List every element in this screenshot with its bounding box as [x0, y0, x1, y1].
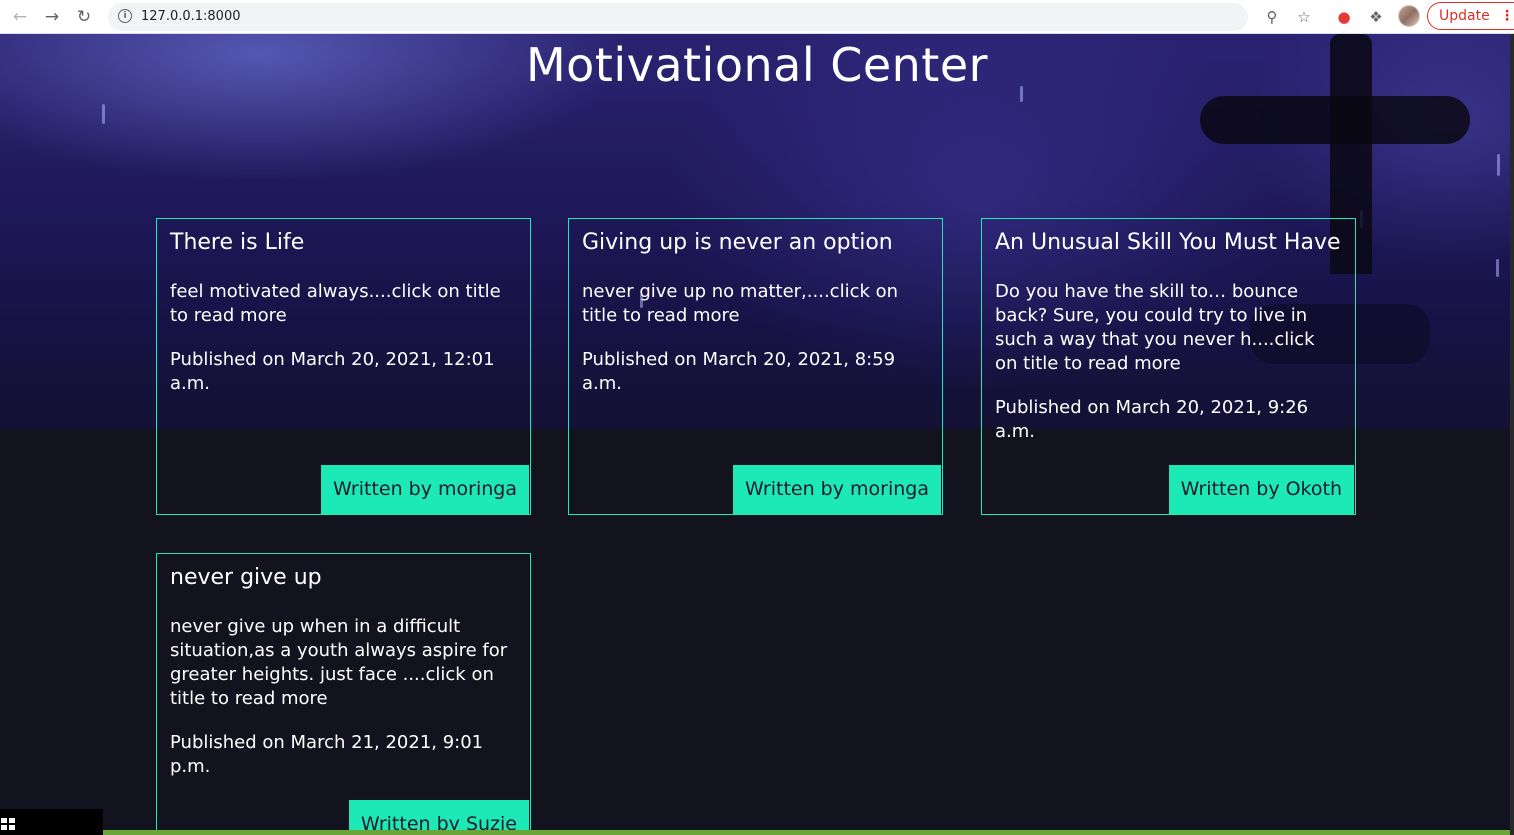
post-card: There is Life feel motivated always....c…	[156, 218, 531, 515]
silhouette-bar	[1200, 96, 1470, 144]
post-title[interactable]: Giving up is never an option	[582, 230, 893, 255]
post-date: Published on March 21, 2021, 9:01 p.m.	[170, 732, 484, 777]
post-excerpt: never give up when in a difficult situat…	[170, 616, 508, 709]
post-card: Giving up is never an option never give …	[568, 218, 943, 515]
bottom-strip	[103, 830, 1514, 835]
info-icon[interactable]: i	[118, 9, 132, 23]
zoom-icon[interactable]: ⚲	[1260, 5, 1284, 29]
more-icon[interactable]: ⋮	[1500, 3, 1514, 29]
light-streak	[1497, 154, 1500, 176]
forward-icon[interactable]: →	[40, 5, 64, 29]
post-card: never give up never give up when in a di…	[156, 553, 531, 835]
post-card: An Unusual Skill You Must Have Do you ha…	[981, 218, 1356, 515]
update-label: Update	[1439, 8, 1490, 24]
author-button[interactable]: Written by moringa	[320, 465, 529, 515]
page-title: Motivational Center	[525, 38, 989, 92]
taskbar	[0, 809, 103, 835]
post-date: Published on March 20, 2021, 12:01 a.m.	[170, 349, 495, 394]
browser-toolbar: ← → ↻ i 127.0.0.1:8000 ⚲ ☆ ● ❖ Update ⋮	[0, 0, 1514, 34]
page-body: Motivational Center There is Life feel m…	[0, 34, 1514, 835]
author-button[interactable]: Written by Okoth	[1168, 465, 1354, 515]
reload-icon[interactable]: ↻	[72, 5, 96, 29]
scrollbar-edge	[1510, 34, 1514, 835]
puzzle-icon[interactable]: ❖	[1364, 5, 1388, 29]
light-streak	[1496, 259, 1499, 277]
post-excerpt: Do you have the skill to… bounce back? S…	[995, 281, 1315, 374]
apps-grid-icon[interactable]	[1, 818, 15, 830]
author-button[interactable]: Written by moringa	[732, 465, 941, 515]
light-streak	[102, 104, 105, 124]
post-excerpt: feel motivated always....click on title …	[170, 281, 501, 326]
back-icon[interactable]: ←	[8, 5, 32, 29]
post-title[interactable]: There is Life	[170, 230, 304, 255]
update-button[interactable]: Update ⋮	[1427, 2, 1514, 30]
post-date: Published on March 20, 2021, 9:26 a.m.	[995, 397, 1309, 442]
address-bar[interactable]: i 127.0.0.1:8000	[108, 3, 1248, 31]
star-icon[interactable]: ☆	[1292, 5, 1316, 29]
avatar[interactable]	[1398, 5, 1420, 27]
post-title[interactable]: An Unusual Skill You Must Have	[995, 230, 1341, 255]
extension-icon[interactable]: ●	[1332, 5, 1356, 29]
post-excerpt: never give up no matter,....click on tit…	[582, 281, 899, 326]
post-date: Published on March 20, 2021, 8:59 a.m.	[582, 349, 896, 394]
post-title[interactable]: never give up	[170, 565, 322, 590]
url-text[interactable]: 127.0.0.1:8000	[141, 9, 241, 24]
